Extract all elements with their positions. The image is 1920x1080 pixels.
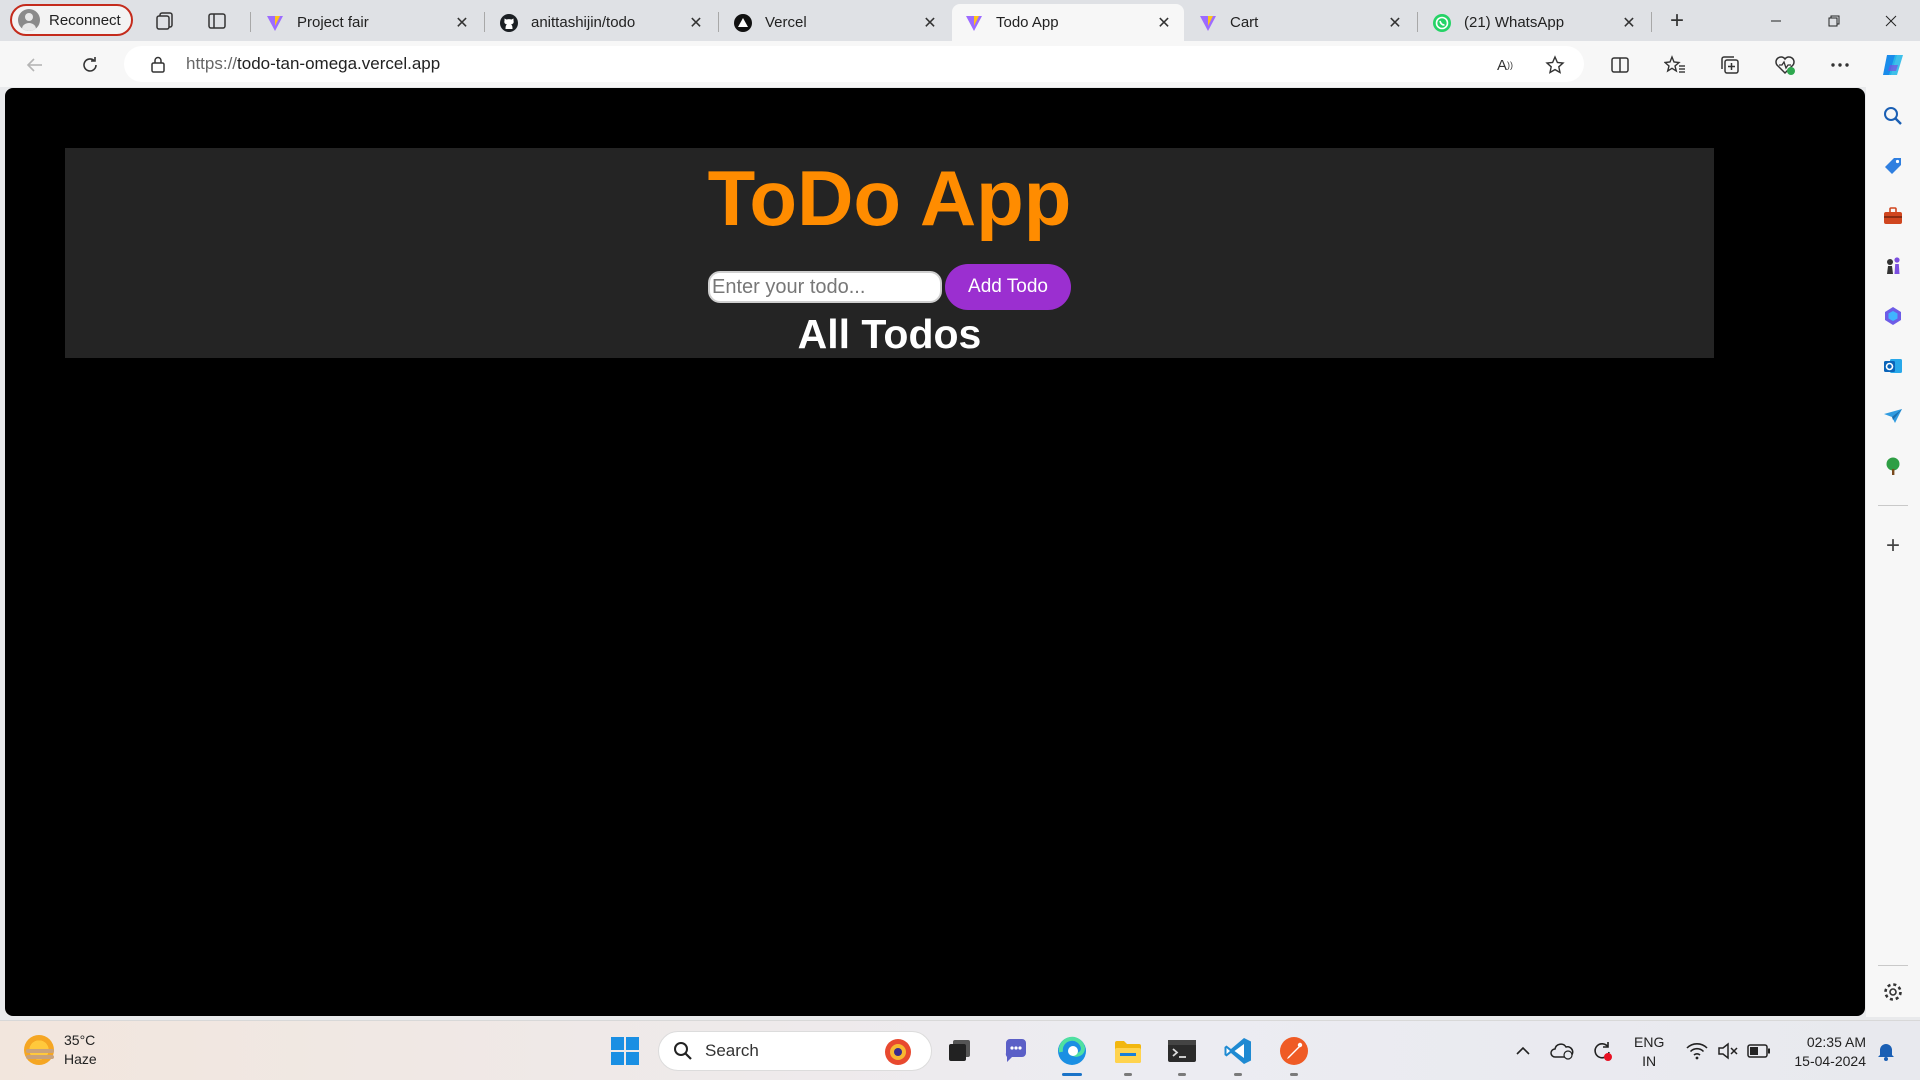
send-paper-plane-icon[interactable]	[1880, 403, 1906, 429]
language-primary: ENG	[1634, 1034, 1665, 1050]
microsoft-365-icon[interactable]	[1880, 303, 1906, 329]
whatsapp-icon	[1432, 13, 1452, 33]
add-todo-form: Add Todo	[65, 264, 1714, 310]
todo-input[interactable]	[708, 271, 942, 303]
close-tab-icon[interactable]: ✕	[684, 13, 708, 33]
tab-whatsapp[interactable]: (21) WhatsApp ✕	[1420, 4, 1649, 41]
tree-icon[interactable]	[1880, 453, 1906, 479]
close-tab-icon[interactable]: ✕	[450, 13, 474, 33]
vite-icon	[1198, 13, 1218, 33]
taskbar-search[interactable]: Search	[658, 1031, 932, 1071]
new-tab-icon[interactable]: +	[1664, 7, 1690, 34]
address-bar[interactable]: https://todo-tan-omega.vercel.app A))	[124, 46, 1584, 82]
collections-icon[interactable]	[1715, 50, 1745, 80]
page-viewport: ToDo App Add Todo All Todos	[5, 88, 1865, 1016]
profile-avatar-icon	[18, 9, 40, 31]
battery-charging-icon[interactable]	[1746, 1039, 1772, 1063]
tab-vercel[interactable]: Vercel ✕	[721, 4, 950, 41]
tools-briefcase-icon[interactable]	[1880, 203, 1906, 229]
tab-label: Project fair	[297, 14, 369, 31]
refresh-icon[interactable]	[75, 50, 105, 80]
teams-chat-icon[interactable]	[998, 1033, 1034, 1069]
close-tab-icon[interactable]: ✕	[1617, 13, 1641, 33]
system-clock[interactable]: 02:35 AM 15-04-2024	[1786, 1033, 1866, 1071]
speaker-muted-icon[interactable]	[1716, 1039, 1740, 1063]
start-windows-icon[interactable]	[607, 1033, 643, 1069]
task-view-icon[interactable]	[942, 1033, 978, 1069]
tab-label: Vercel	[765, 14, 807, 31]
clock-date: 15-04-2024	[1794, 1053, 1866, 1069]
browser-essentials-icon[interactable]	[1770, 50, 1800, 80]
vite-icon	[964, 13, 984, 33]
add-sidebar-app-icon[interactable]: +	[1880, 532, 1906, 559]
close-window-icon[interactable]	[1868, 0, 1914, 41]
workspaces-icon[interactable]	[152, 8, 178, 34]
terminal-icon[interactable]	[1164, 1033, 1200, 1076]
add-todo-button[interactable]: Add Todo	[945, 264, 1071, 310]
close-tab-icon[interactable]: ✕	[1152, 13, 1176, 33]
vscode-icon[interactable]	[1220, 1033, 1256, 1076]
games-chess-icon[interactable]	[1880, 253, 1906, 279]
url-protocol: https://	[186, 54, 238, 73]
vercel-icon	[733, 13, 753, 33]
notifications-bell-icon[interactable]	[1874, 1039, 1898, 1063]
restore-icon[interactable]	[1811, 0, 1857, 41]
postman-icon[interactable]	[1276, 1033, 1312, 1076]
tab-github-repo[interactable]: anittashijin/todo ✕	[487, 4, 716, 41]
tab-project-fair[interactable]: Project fair ✕	[253, 4, 482, 41]
clock-time: 02:35 AM	[1806, 1034, 1866, 1050]
file-explorer-icon[interactable]	[1110, 1033, 1146, 1076]
vite-icon	[265, 13, 285, 33]
profile-label: Reconnect	[49, 11, 121, 29]
shopping-tag-icon[interactable]	[1880, 153, 1906, 179]
tab-todo-app[interactable]: Todo App ✕	[952, 4, 1184, 41]
sidebar-settings-gear-icon[interactable]	[1880, 979, 1906, 1005]
search-icon[interactable]	[1880, 103, 1906, 129]
search-highlight-icon	[881, 1036, 915, 1068]
lock-icon[interactable]	[148, 54, 168, 74]
onedrive-sync-icon[interactable]	[1550, 1039, 1574, 1063]
update-sync-alert-icon[interactable]	[1590, 1039, 1614, 1063]
tab-label: Cart	[1230, 14, 1259, 31]
browser-toolbar: https://todo-tan-omega.vercel.app A))	[0, 41, 1920, 87]
favorites-icon[interactable]	[1660, 50, 1690, 80]
outlook-icon[interactable]	[1880, 353, 1906, 379]
more-options-icon[interactable]	[1825, 50, 1855, 80]
weather-description: Haze	[64, 1051, 97, 1067]
show-hidden-icons-chevron-icon[interactable]	[1512, 1039, 1534, 1063]
profile-button[interactable]: Reconnect	[10, 4, 133, 36]
edge-sidebar: +	[1866, 87, 1920, 1017]
vertical-tabs-icon[interactable]	[204, 8, 230, 34]
url-text[interactable]: https://todo-tan-omega.vercel.app	[186, 54, 440, 74]
language-indicator[interactable]: ENG IN	[1634, 1033, 1664, 1071]
search-label: Search	[705, 1041, 759, 1060]
weather-temperature: 35°C	[64, 1032, 96, 1048]
favorite-star-icon[interactable]	[1542, 52, 1568, 78]
copilot-icon[interactable]	[1878, 50, 1908, 80]
search-icon	[673, 1041, 693, 1061]
all-todos-heading: All Todos	[797, 311, 982, 357]
app-title: ToDo App	[707, 154, 1072, 242]
weather-widget[interactable]: 35°C Haze	[24, 1031, 97, 1069]
haze-weather-icon	[24, 1035, 54, 1065]
github-icon	[499, 13, 519, 33]
split-screen-icon[interactable]	[1605, 50, 1635, 80]
read-aloud-icon[interactable]: A))	[1492, 52, 1518, 78]
url-host: todo-tan-omega.vercel.app	[237, 54, 441, 73]
tab-label: Todo App	[996, 14, 1059, 31]
language-region: IN	[1642, 1053, 1657, 1069]
windows-taskbar: 35°C Haze Search ENG IN 02:35 AM 15-04-2…	[0, 1020, 1920, 1080]
close-tab-icon[interactable]: ✕	[1383, 13, 1407, 33]
close-tab-icon[interactable]: ✕	[918, 13, 942, 33]
tab-label: anittashijin/todo	[531, 14, 636, 31]
tab-label: (21) WhatsApp	[1464, 14, 1565, 31]
back-icon[interactable]	[20, 50, 50, 80]
edge-browser-icon[interactable]	[1054, 1033, 1090, 1076]
browser-tab-strip: Reconnect Project fair ✕ anittashijin/to…	[0, 0, 1920, 41]
todo-app-panel: ToDo App Add Todo All Todos	[65, 148, 1714, 358]
tab-cart[interactable]: Cart ✕	[1186, 4, 1415, 41]
wifi-icon[interactable]	[1685, 1039, 1709, 1063]
minimize-icon[interactable]	[1753, 0, 1799, 41]
